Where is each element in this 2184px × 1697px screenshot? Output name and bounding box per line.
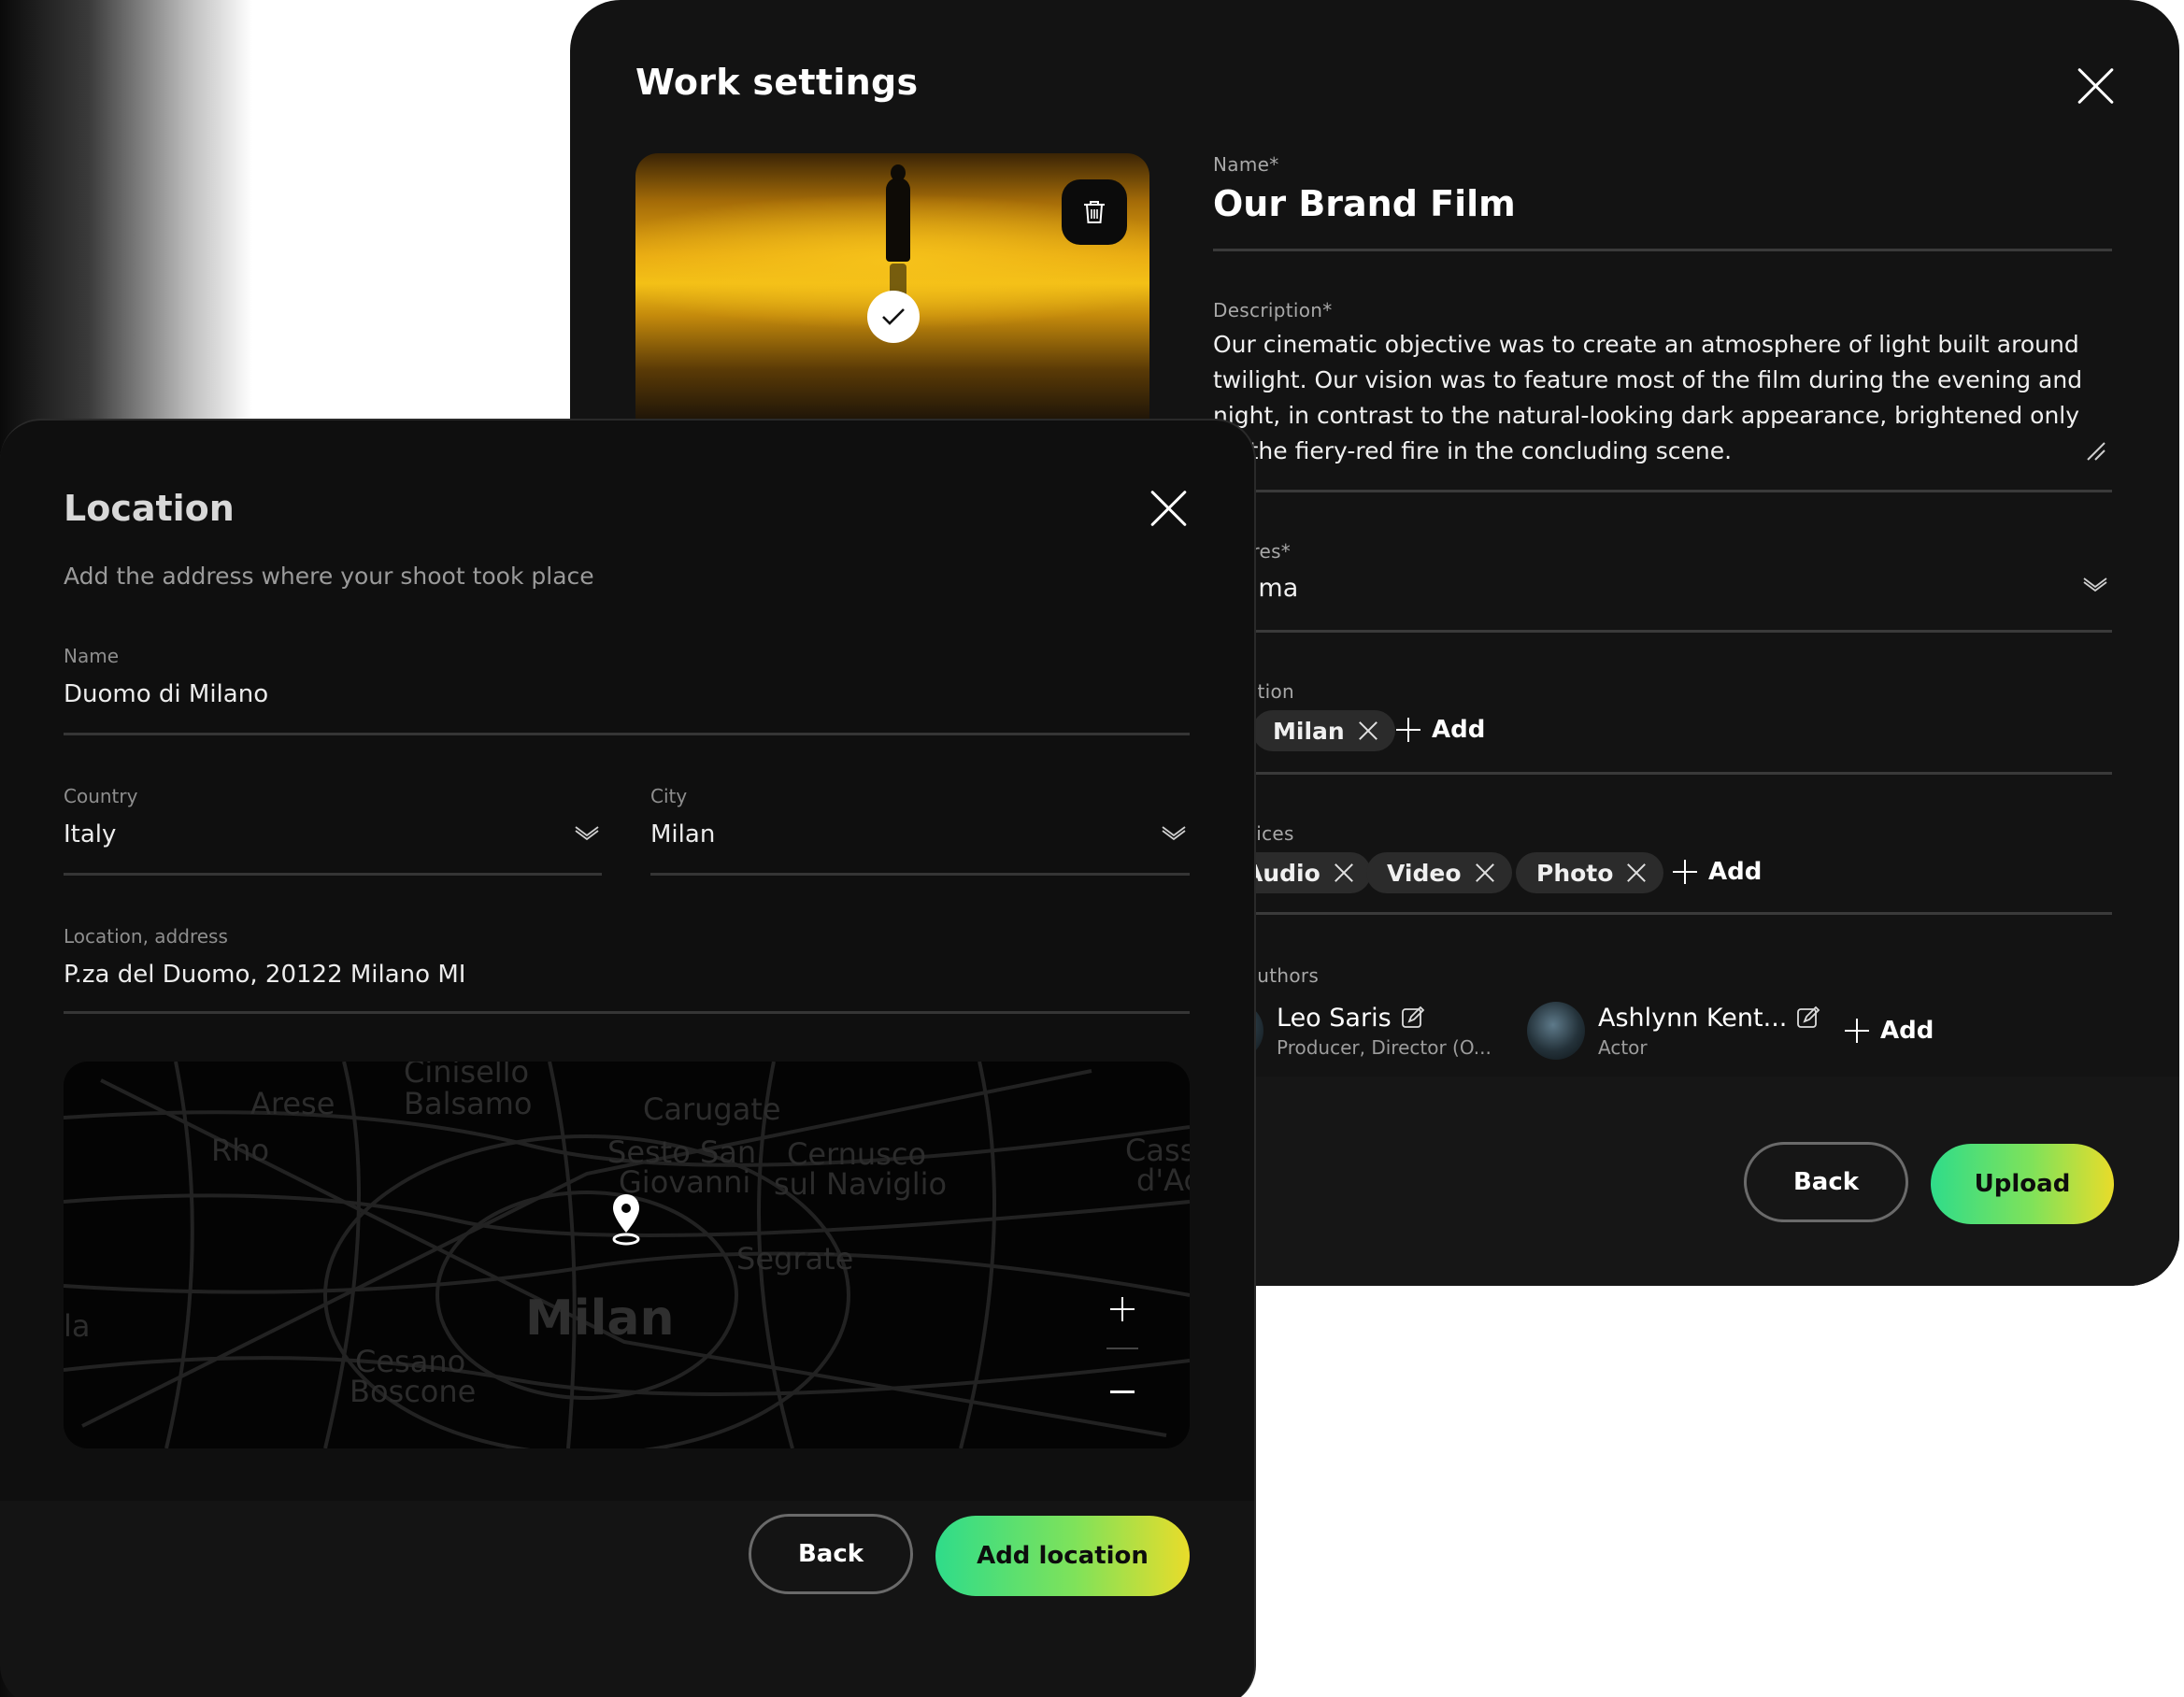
- map-label: Cass: [1125, 1133, 1190, 1168]
- description-field[interactable]: Our cinematic objective was to create an…: [1213, 327, 2091, 469]
- map-label: Rho: [211, 1133, 270, 1168]
- remove-chip-icon[interactable]: [1358, 720, 1378, 741]
- name-label: Name*: [1213, 153, 1279, 176]
- service-chip[interactable]: Video: [1366, 852, 1512, 893]
- location-subtitle: Add the address where your shoot took pl…: [64, 563, 594, 590]
- resize-handle-icon[interactable]: [2086, 441, 2108, 462]
- author-role: Actor: [1598, 1035, 1648, 1059]
- map-label: Arese: [250, 1086, 335, 1121]
- add-location-link[interactable]: Add: [1396, 716, 1485, 744]
- services-underline: [1213, 912, 2112, 915]
- service-chip-label: Photo: [1536, 859, 1614, 887]
- trash-icon: [1084, 201, 1105, 223]
- description-underline: [1213, 490, 2112, 492]
- city-select[interactable]: Milan: [650, 820, 715, 848]
- zoom-controls: [1099, 1286, 1146, 1417]
- delete-cover-button[interactable]: [1062, 179, 1127, 245]
- add-location-button[interactable]: Add location: [935, 1516, 1190, 1596]
- map-roads: [64, 1062, 1190, 1448]
- map-label: Sesto San: [607, 1134, 757, 1170]
- work-close-icon[interactable]: [2075, 65, 2116, 107]
- cover-image[interactable]: [635, 153, 1149, 424]
- address-underline: [64, 1011, 1190, 1014]
- edit-icon[interactable]: [1796, 1005, 1820, 1030]
- city-underline: [650, 873, 1190, 876]
- remove-chip-icon[interactable]: [1475, 863, 1495, 883]
- add-author-link[interactable]: Add: [1845, 1017, 1934, 1045]
- plus-icon: [1396, 718, 1420, 742]
- map-label: Carugate: [643, 1091, 781, 1127]
- location-chip[interactable]: Milan: [1252, 710, 1395, 751]
- check-icon: [882, 308, 905, 325]
- map-label: d'Ac: [1136, 1162, 1190, 1198]
- zoom-divider: [1106, 1348, 1138, 1349]
- map-label-city: Milan: [525, 1291, 675, 1347]
- map-label: sul Naviglio: [774, 1166, 948, 1202]
- country-label: Country: [64, 785, 138, 807]
- location-footer: Back Add location: [0, 1501, 1254, 1697]
- author-item[interactable]: Ashlynn Kent... Actor: [1527, 1002, 1820, 1060]
- service-chip[interactable]: Photo: [1516, 852, 1664, 893]
- name-field[interactable]: Our Brand Film: [1213, 183, 1516, 224]
- author-role: Producer, Director (O...: [1277, 1035, 1492, 1059]
- location-title: Location: [64, 488, 235, 529]
- work-back-button[interactable]: Back: [1744, 1142, 1908, 1222]
- zoom-out-button[interactable]: [1099, 1368, 1146, 1415]
- cover-figure: [886, 164, 910, 262]
- plus-icon: [1673, 860, 1697, 884]
- map-label: Cesano: [355, 1344, 466, 1379]
- country-select[interactable]: Italy: [64, 820, 116, 848]
- chevron-down-icon[interactable]: [574, 826, 600, 843]
- add-label: Add: [1432, 716, 1486, 744]
- name-underline: [1213, 249, 2112, 251]
- city-label: City: [650, 785, 688, 807]
- cover-selected-button[interactable]: [867, 291, 920, 343]
- edit-icon[interactable]: [1401, 1005, 1425, 1030]
- address-label: Location, address: [64, 925, 228, 948]
- location-name-underline: [64, 733, 1190, 735]
- zoom-in-button[interactable]: [1099, 1286, 1146, 1333]
- map-label: Cernusco: [787, 1136, 927, 1172]
- location-back-button[interactable]: Back: [749, 1514, 913, 1594]
- map-view[interactable]: Cinisello Balsamo Arese Rho Carugate Ses…: [64, 1062, 1190, 1448]
- author-name: Leo Saris: [1277, 1003, 1392, 1033]
- address-input[interactable]: P.za del Duomo, 20122 Milano MI: [64, 961, 465, 989]
- work-settings-title: Work settings: [635, 62, 919, 103]
- map-label: la: [64, 1308, 91, 1344]
- map-pin-icon[interactable]: [609, 1192, 643, 1247]
- map-label: Balsamo: [404, 1086, 533, 1121]
- avatar: [1527, 1002, 1585, 1060]
- location-close-icon[interactable]: [1148, 488, 1189, 529]
- chevron-down-icon[interactable]: [1161, 826, 1187, 843]
- add-label: Add: [1880, 1017, 1934, 1045]
- author-name: Ashlynn Kent...: [1598, 1003, 1788, 1033]
- plus-icon: [1845, 1019, 1869, 1043]
- service-chip-label: Audio: [1245, 859, 1320, 887]
- upload-button[interactable]: Upload: [1931, 1144, 2114, 1224]
- location-panel: Location Add the address where your shoo…: [0, 419, 1256, 1697]
- map-label: Cinisello: [404, 1062, 530, 1090]
- map-label: Segrate: [736, 1241, 854, 1276]
- location-chip-label: Milan: [1273, 717, 1345, 745]
- add-service-link[interactable]: Add: [1673, 858, 1762, 886]
- location-underline: [1213, 772, 2112, 775]
- chevron-down-icon[interactable]: [2082, 578, 2108, 594]
- service-chip-label: Video: [1387, 859, 1462, 887]
- add-label: Add: [1708, 858, 1763, 886]
- location-name-label: Name: [64, 645, 120, 667]
- country-underline: [64, 873, 602, 876]
- genres-underline: [1213, 630, 2112, 633]
- remove-chip-icon[interactable]: [1334, 863, 1354, 883]
- location-name-input[interactable]: Duomo di Milano: [64, 680, 268, 708]
- map-label: Boscone: [350, 1374, 477, 1409]
- description-label: Description*: [1213, 299, 1333, 321]
- remove-chip-icon[interactable]: [1626, 863, 1647, 883]
